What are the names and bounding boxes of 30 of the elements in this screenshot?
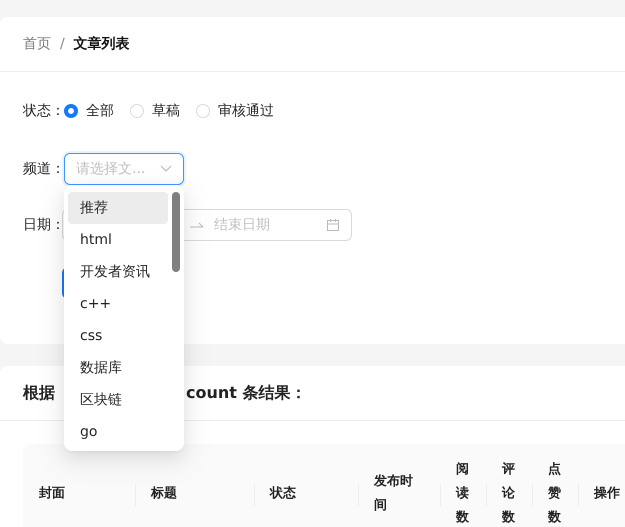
radio-button[interactable] [64, 104, 78, 118]
dropdown-option[interactable]: 区块链 [68, 384, 168, 416]
dropdown-option[interactable]: go [68, 416, 168, 448]
breadcrumb-separator: / [60, 36, 65, 52]
radio-option[interactable]: 草稿 [130, 102, 180, 120]
column-header: 评论数 [502, 461, 516, 527]
radio-option[interactable]: 审核通过 [196, 102, 274, 120]
chevron-down-icon [160, 165, 172, 173]
field-label: 日期： [23, 216, 64, 234]
dropdown-option[interactable]: c++ [68, 288, 168, 320]
column-header: 发布时间 [374, 473, 414, 515]
calendar-icon [326, 218, 340, 232]
scrollbar-thumb[interactable] [172, 192, 180, 272]
column-header: 标题 [151, 485, 177, 503]
dropdown-option[interactable]: 开发者资讯 [68, 256, 168, 288]
results-title: count 条结果： [186, 382, 306, 404]
dropdown-option[interactable]: 数据库 [68, 352, 168, 384]
dropdown-option[interactable]: 推荐 [68, 192, 168, 224]
breadcrumb-link[interactable]: 首页 [23, 35, 51, 53]
field-label: 频道： [23, 160, 64, 178]
column-header: 点赞数 [548, 461, 562, 527]
column-header: 状态 [270, 485, 296, 503]
dropdown-option[interactable]: css [68, 320, 168, 352]
field-label: 状态： [23, 102, 64, 120]
column-header: 封面 [39, 485, 65, 503]
radio-option[interactable]: 全部 [64, 102, 114, 120]
column-header: 阅读数 [456, 461, 470, 527]
column-header: 操作 [594, 485, 620, 503]
arrow-right-icon [190, 222, 204, 228]
results-title: 根据 [23, 382, 55, 404]
